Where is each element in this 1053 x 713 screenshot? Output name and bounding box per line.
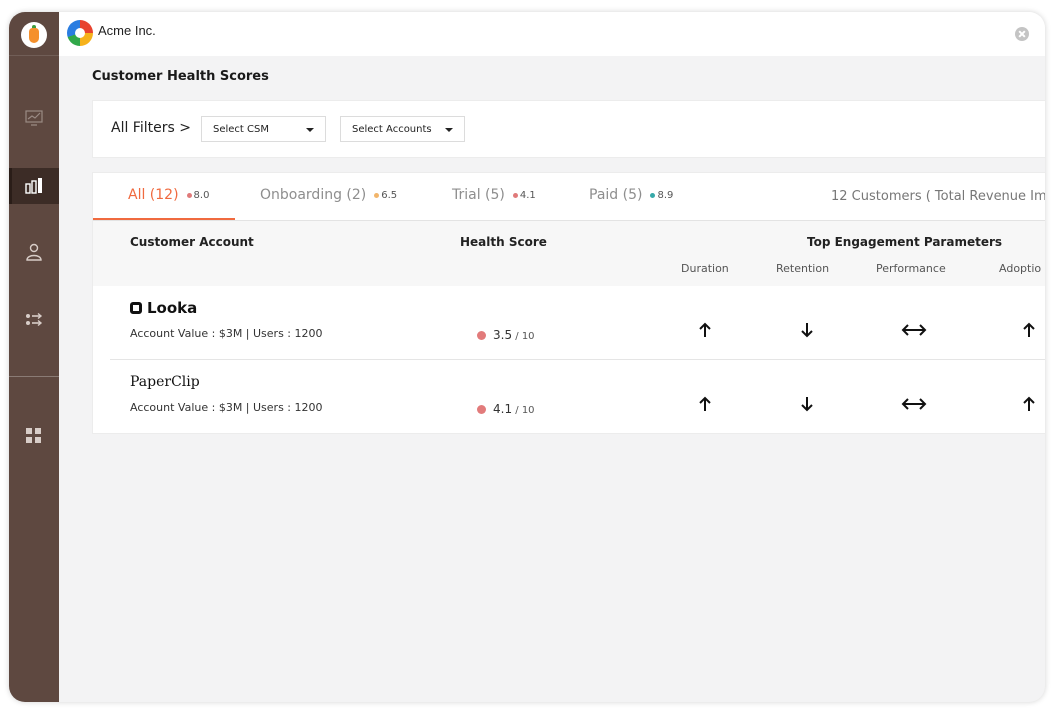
col-adoption[interactable]: Adoptio <box>999 262 1041 275</box>
carrot-logo-icon[interactable] <box>21 22 47 48</box>
arrow-down-icon <box>801 397 813 412</box>
tab-onboarding[interactable]: Onboarding (2) 6.5 <box>260 187 397 203</box>
tab-score: 8.0 <box>193 189 210 201</box>
select-csm-dropdown[interactable]: Select CSM <box>201 116 326 142</box>
org-name[interactable]: Acme Inc. <box>98 23 156 38</box>
account-name: Looka <box>147 299 198 317</box>
sidebar-item-transfers[interactable] <box>9 302 59 338</box>
col-customer-account[interactable]: Customer Account <box>130 235 254 249</box>
arrow-down-icon <box>801 323 813 338</box>
page-title: Customer Health Scores <box>92 69 269 84</box>
select-accounts-dropdown[interactable]: Select Accounts <box>340 116 465 142</box>
col-engagement-parameters: Top Engagement Parameters <box>807 235 1003 249</box>
table-row[interactable]: PaperClip Account Value : $3M | Users : … <box>93 360 1045 433</box>
account-meta: Account Value : $3M | Users : 1200 <box>130 401 323 414</box>
tab-label: Onboarding (2) <box>260 187 367 203</box>
col-performance[interactable]: Performance <box>876 262 946 275</box>
arrow-up-icon <box>699 322 711 337</box>
health-status-dot <box>477 405 486 414</box>
account-name: PaperClip <box>130 374 200 390</box>
tab-label: Paid (5) <box>589 187 643 203</box>
sidebar <box>9 12 59 702</box>
tab-score: 4.1 <box>519 189 536 201</box>
tab-all[interactable]: All (12) 8.0 <box>128 187 209 203</box>
arrow-up-icon <box>1023 396 1035 411</box>
arrow-both-icon <box>901 324 927 336</box>
app-window: Acme Inc. Customer Health Scores All Fil… <box>9 12 1045 702</box>
table-header: Customer Account Health Score Top Engage… <box>93 221 1045 286</box>
health-score-value: 4.1 / 10 <box>493 402 535 416</box>
score-dot <box>650 192 656 198</box>
monitor-chart-icon <box>25 110 43 126</box>
paperclip-logo: PaperClip <box>130 374 200 390</box>
sidebar-item-users[interactable] <box>9 234 59 270</box>
tab-score: 6.5 <box>381 189 398 201</box>
table-row[interactable]: Looka Account Value : $3M | Users : 1200… <box>93 286 1045 359</box>
sidebar-item-dashboard[interactable] <box>9 100 59 136</box>
close-icon[interactable] <box>1015 27 1029 41</box>
col-health-score[interactable]: Health Score <box>460 235 547 249</box>
top-bar: Acme Inc. <box>59 12 1045 56</box>
active-tab-indicator <box>93 218 235 220</box>
score-dot <box>186 192 192 198</box>
select-csm-label: Select CSM <box>213 124 269 135</box>
health-score-value: 3.5 / 10 <box>493 328 535 342</box>
filter-bar: All Filters > Select CSM Select Accounts <box>92 100 1045 158</box>
score-dot <box>512 192 518 198</box>
tab-score: 8.9 <box>657 189 674 201</box>
sidebar-item-health-scores[interactable] <box>9 168 59 204</box>
account-meta: Account Value : $3M | Users : 1200 <box>130 327 323 340</box>
arrow-up-icon <box>1023 322 1035 337</box>
tab-paid[interactable]: Paid (5) 8.9 <box>589 187 673 203</box>
customers-summary: 12 Customers ( Total Revenue Imp <box>831 189 1045 204</box>
tab-label: All (12) <box>128 187 179 203</box>
org-logo-icon <box>67 20 93 46</box>
tab-label: Trial (5) <box>452 187 505 203</box>
col-duration[interactable]: Duration <box>681 262 729 275</box>
sidebar-item-apps[interactable] <box>9 418 59 454</box>
grid-icon <box>26 428 41 443</box>
col-retention[interactable]: Retention <box>776 262 829 275</box>
score-dot <box>374 192 380 198</box>
chevron-down-icon <box>445 128 453 132</box>
sidebar-divider <box>9 376 59 377</box>
segment-tabs: All (12) 8.0 Onboarding (2) 6.5 Trial (5) 4… <box>93 173 1045 221</box>
tab-trial[interactable]: Trial (5) 4.1 <box>452 187 536 203</box>
arrow-up-icon <box>699 396 711 411</box>
arrow-both-icon <box>901 398 927 410</box>
health-status-dot <box>477 331 486 340</box>
looka-logo: Looka <box>130 299 197 317</box>
bar-chart-icon <box>25 178 42 194</box>
user-icon <box>26 243 42 261</box>
chevron-down-icon <box>306 128 314 132</box>
health-table-card: All (12) 8.0 Onboarding (2) 6.5 Trial (5) 4… <box>92 172 1045 434</box>
select-accounts-label: Select Accounts <box>352 124 432 135</box>
all-filters-link[interactable]: All Filters > <box>111 120 191 136</box>
transfer-icon <box>26 312 43 327</box>
